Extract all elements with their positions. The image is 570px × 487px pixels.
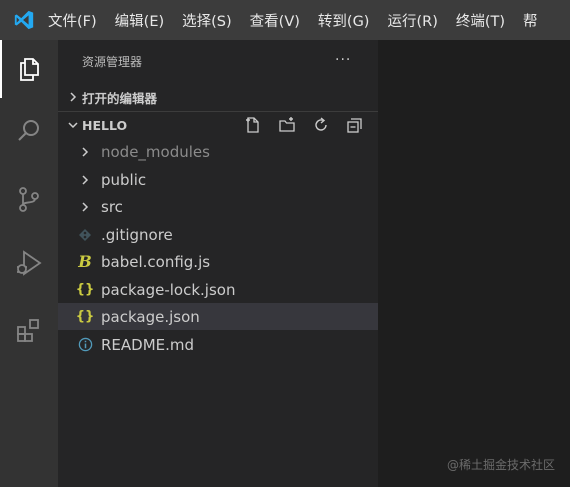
source-control-icon[interactable] — [0, 170, 58, 228]
more-actions-icon[interactable]: ··· — [335, 52, 351, 68]
menu-run[interactable]: 运行(R) — [387, 10, 437, 31]
tree-item-src[interactable]: src — [58, 193, 378, 220]
menu-selection[interactable]: 选择(S) — [182, 10, 232, 31]
extensions-icon[interactable] — [0, 302, 58, 360]
babel-icon: B — [78, 252, 92, 271]
json-braces-icon: {} — [75, 309, 95, 324]
activity-bar — [0, 40, 58, 487]
folder-section-hello[interactable]: HELLO — [58, 111, 378, 138]
folder-actions — [244, 116, 380, 134]
json-braces-icon: {} — [75, 282, 95, 297]
tree-item-gitignore[interactable]: .gitignore — [58, 221, 378, 248]
git-diamond-icon — [76, 226, 94, 244]
tree-item-public[interactable]: public — [58, 166, 378, 193]
chevron-right-icon — [76, 171, 94, 189]
collapse-all-icon[interactable] — [346, 116, 364, 134]
explorer-icon[interactable] — [0, 40, 58, 98]
menu-go[interactable]: 转到(G) — [318, 10, 370, 31]
tree-item-label: public — [101, 170, 147, 189]
vscode-logo-icon — [0, 0, 48, 40]
tree-item-label: .gitignore — [101, 225, 173, 244]
folder-label: HELLO — [82, 117, 128, 133]
menu-bar: 文件(F) 编辑(E) 选择(S) 查看(V) 转到(G) 运行(R) 终端(T… — [0, 0, 570, 40]
tree-item-package-json[interactable]: {} package.json — [58, 303, 378, 330]
tree-item-label: package-lock.json — [101, 280, 236, 299]
open-editors-label: 打开的编辑器 — [82, 90, 158, 106]
explorer-sidebar: 资源管理器 ··· 打开的编辑器 HELLO node_modules publ… — [58, 40, 378, 487]
tree-item-label: README.md — [101, 335, 195, 354]
run-debug-icon[interactable] — [0, 234, 58, 292]
info-icon — [76, 336, 94, 354]
chevron-right-icon — [70, 92, 77, 102]
tree-item-label: babel.config.js — [101, 252, 211, 271]
chevron-right-icon — [76, 143, 94, 161]
menu-help[interactable]: 帮 — [523, 10, 538, 31]
tree-item-label: src — [101, 197, 123, 216]
open-editors-section[interactable]: 打开的编辑器 — [58, 84, 378, 110]
chevron-right-icon — [76, 198, 94, 216]
tree-item-readme[interactable]: README.md — [58, 331, 378, 358]
new-file-icon[interactable] — [244, 116, 262, 134]
menu-file[interactable]: 文件(F) — [48, 10, 97, 31]
menu-terminal[interactable]: 终端(T) — [456, 10, 505, 31]
tree-item-label: package.json — [101, 307, 200, 326]
tree-item-babel-config[interactable]: B babel.config.js — [58, 248, 378, 275]
menu-edit[interactable]: 编辑(E) — [115, 10, 164, 31]
watermark: @稀土掘金技术社区 — [447, 458, 556, 472]
new-folder-icon[interactable] — [278, 116, 296, 134]
tree-item-label: node_modules — [101, 142, 210, 161]
tree-item-package-lock[interactable]: {} package-lock.json — [58, 276, 378, 303]
search-icon[interactable] — [0, 102, 58, 160]
tree-item-node-modules[interactable]: node_modules — [58, 138, 378, 165]
editor-area — [378, 40, 570, 487]
chevron-down-icon — [68, 122, 78, 129]
sidebar-header: 资源管理器 ··· — [58, 40, 378, 82]
sidebar-title: 资源管理器 — [82, 54, 143, 69]
menu-view[interactable]: 查看(V) — [250, 10, 300, 31]
refresh-icon[interactable] — [312, 116, 330, 134]
